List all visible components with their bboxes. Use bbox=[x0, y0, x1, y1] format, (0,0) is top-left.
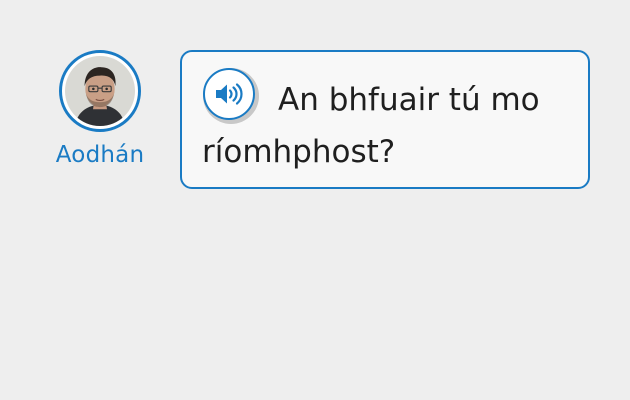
speaker-name: Aodhán bbox=[55, 142, 145, 168]
avatar bbox=[59, 50, 141, 132]
message-bubble: An bhfuair tú mo ríomhphost? bbox=[180, 50, 590, 189]
message-text: An bhfuair tú mo ríomhphost? bbox=[202, 82, 540, 170]
speaker-card: Aodhán bbox=[40, 50, 160, 169]
avatar-portrait bbox=[65, 56, 135, 126]
